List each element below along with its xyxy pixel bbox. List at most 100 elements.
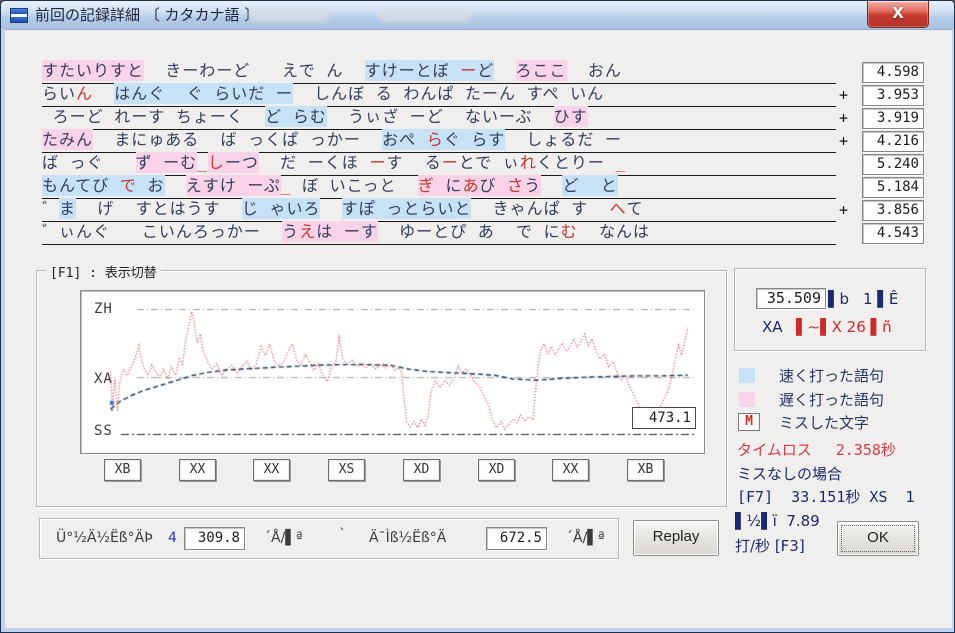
- typed-segment: ど: [477, 60, 494, 81]
- typing-line: らいん はんぐ ぐ らいだ ー しんぼ る わんぱ たーん すぺ いん: [42, 83, 836, 107]
- line-select-button[interactable]: XD: [478, 459, 515, 481]
- line-select-button[interactable]: XX: [552, 459, 589, 481]
- y-label-top: ZH: [94, 301, 113, 317]
- typed-segment: さ: [507, 175, 524, 196]
- typed-segment: はんぐ ぐ らいだ ー: [114, 83, 293, 104]
- typed-segment: ど らむ: [265, 106, 327, 127]
- typed-segment: ゛ぃんぐ こいんろっかー: [42, 221, 282, 242]
- title-bar[interactable]: 前回の記録詳細 〔 カタカナ語 〕 X: [1, 1, 955, 30]
- time-unit-label: ▌b: [828, 290, 849, 308]
- typed-segment: ー: [369, 152, 386, 173]
- typed-segment: _: [281, 175, 292, 196]
- typed-segment: に: [435, 175, 463, 196]
- miss-char-swatch: M: [738, 413, 760, 431]
- best-speed-value-box: 672.5: [486, 527, 547, 550]
- typed-segment: ー: [460, 60, 477, 81]
- typed-segment: お: [137, 175, 165, 196]
- typed-segment: えすけ ーぷ: [186, 175, 281, 196]
- typed-segment: ゛: [42, 198, 59, 219]
- line-time-box: 4.216: [862, 131, 924, 152]
- rate-value-label: ▌½▌ï 7.89: [735, 512, 820, 530]
- best-speed-unit: ´Å/▌ª: [566, 530, 605, 546]
- typed-segment: ゆーとぴ あ で に: [378, 221, 561, 242]
- plus-mark: +: [839, 109, 855, 127]
- speed-graph-canvas: [81, 291, 702, 451]
- window-title: 前回の記録詳細 〔 カタカナ語 〕: [35, 1, 259, 29]
- typed-segment: [93, 83, 114, 104]
- fast-word-swatch: [739, 368, 755, 383]
- typed-segment: ーつ: [225, 152, 259, 173]
- typed-segment: ん: [76, 83, 93, 104]
- plus-mark: +: [839, 132, 855, 150]
- typed-segment: おぺ: [382, 129, 427, 150]
- close-button[interactable]: X: [867, 1, 929, 28]
- typed-segment: ぐ らす: [444, 129, 505, 150]
- line-select-button[interactable]: XS: [328, 459, 365, 481]
- slow-word-swatch: [739, 392, 755, 407]
- typed-segment: ば っぐ: [42, 152, 136, 173]
- total-time-box: 35.509: [756, 288, 826, 309]
- typed-segment: し: [208, 152, 225, 173]
- typed-segment: ぎ: [418, 175, 435, 196]
- typed-segment: は ーす: [316, 221, 378, 242]
- rank-label: 1 ▌Ê: [863, 290, 898, 308]
- typed-segment: じ ゃいろ: [242, 198, 321, 219]
- typed-segment: きーわーど えで ん: [144, 60, 365, 81]
- typed-segment: _: [197, 152, 208, 173]
- typed-segment: ら: [427, 129, 444, 150]
- typed-segment: うぃざ ーど ないーぶ: [327, 106, 554, 127]
- typing-line: すたいりすと きーわーど えで ん すけーとぼ ーど ろここ おん: [42, 60, 836, 84]
- stats-groupbox: [734, 268, 926, 351]
- typed-segment: きゃんぱ す: [471, 198, 609, 219]
- line-select-button[interactable]: XD: [403, 459, 440, 481]
- line-time-box: 3.919: [862, 108, 924, 129]
- typed-segment: すたいりすと: [42, 60, 144, 81]
- line-select-button[interactable]: XB: [627, 459, 664, 481]
- typed-segment: ろーど れーす ちょーく: [42, 106, 265, 127]
- dialog-previous-record: 前回の記録詳細 〔 カタカナ語 〕 X すたいりすと きーわーど えで ん すけ…: [0, 0, 955, 633]
- typing-line: たみん まにゅある ば っくぱ っかー おぺ らぐ らす しょるだ ー: [42, 129, 836, 153]
- replay-button[interactable]: Replay: [633, 520, 719, 556]
- typed-segment: げ すとはうす: [76, 198, 242, 219]
- typed-segment: [320, 198, 341, 219]
- typed-segment: ど と: [562, 175, 617, 196]
- typed-segment: くとりー: [537, 152, 616, 173]
- miss-count-label: ▌~▌X 26 ▌ñ: [796, 318, 892, 336]
- typed-segment: [541, 175, 562, 196]
- line-select-button[interactable]: XX: [253, 459, 290, 481]
- typed-segment: び: [480, 175, 508, 196]
- typed-segment: う: [524, 175, 541, 196]
- typed-segment: あ: [462, 175, 479, 196]
- typing-line: ゛ぃんぐ こいんろっかー うえは ーす ゆーとぴ あ で にむ なんは: [42, 221, 836, 245]
- nomiss-label: ミスなしの場合: [737, 463, 842, 484]
- ok-button[interactable]: OK: [837, 521, 919, 556]
- typed-segment: しんぼ る わんぱ たーん すぺ いん: [293, 83, 604, 104]
- typed-segment: む: [561, 221, 578, 242]
- app-icon: [10, 8, 28, 23]
- typed-segment: [165, 175, 186, 196]
- typed-segment: たみん: [42, 129, 93, 150]
- line-select-button[interactable]: XB: [104, 459, 141, 481]
- typed-segment: ま: [59, 198, 76, 219]
- typed-segment: すけーとぼ: [365, 60, 461, 81]
- typed-segment: へ: [610, 198, 627, 219]
- graph-value-box: 473.1: [632, 407, 696, 429]
- graph-groupbox-label: [F1] : 表示切替: [46, 262, 161, 281]
- worst-speed-value-box: 309.8: [184, 527, 245, 550]
- typed-segment: _: [616, 152, 627, 173]
- timeloss-label: タイムロス 2.358秒: [737, 439, 896, 460]
- line-time-box: 5.184: [862, 177, 924, 198]
- plus-mark: +: [839, 86, 855, 104]
- typed-segment: しょるだ ー: [505, 129, 622, 150]
- typed-segment: だ ーくほ: [259, 152, 370, 173]
- tick-mark: `: [339, 527, 346, 543]
- f7-nomiss-time-label: [F7] 33.151秒 XS 1: [737, 486, 915, 507]
- line-time-box: 4.543: [862, 223, 924, 244]
- fast-word-label: 速く打った語句: [779, 365, 884, 386]
- typed-segment: ひす: [554, 106, 588, 127]
- blurred-text: [379, 9, 471, 22]
- line-time-box: 5.240: [862, 154, 924, 175]
- rate-unit-label: 打/秒 [F3]: [735, 535, 805, 556]
- typed-segment: [494, 60, 515, 81]
- line-select-button[interactable]: XX: [179, 459, 216, 481]
